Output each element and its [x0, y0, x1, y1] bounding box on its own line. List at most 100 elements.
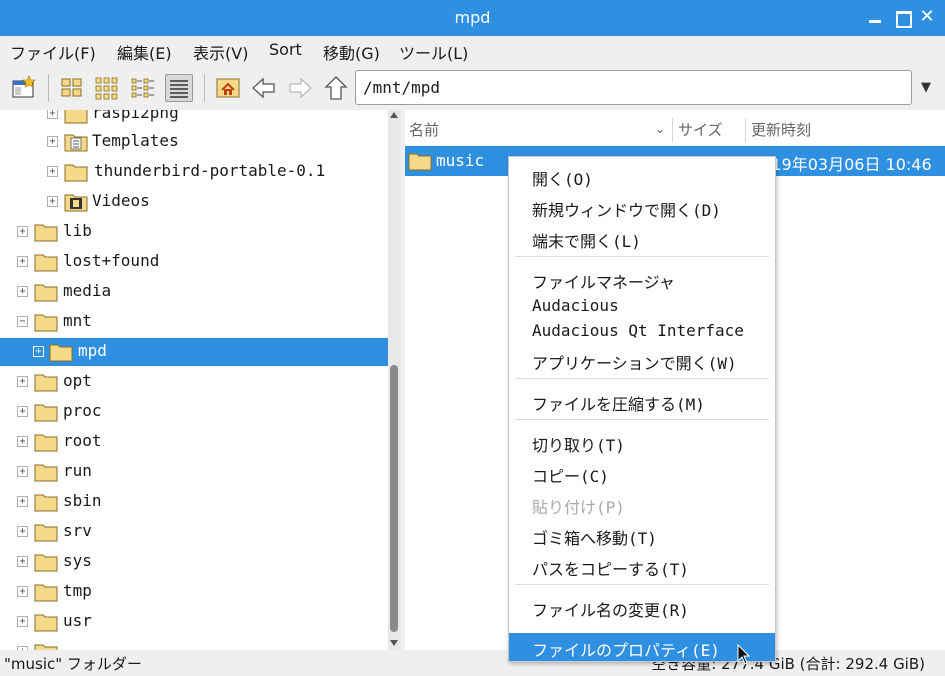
- tree-item-lib[interactable]: + lib: [0, 218, 388, 246]
- expand-icon[interactable]: +: [17, 616, 28, 627]
- tree-item-media[interactable]: + media: [0, 278, 388, 306]
- chevron-down-icon[interactable]: ▼: [918, 80, 934, 96]
- tree-item-mpd[interactable]: + mpd: [0, 338, 388, 366]
- column-size[interactable]: サイズ: [678, 119, 723, 140]
- menu-item-audacious[interactable]: Audacious: [509, 292, 775, 320]
- icon-view-icon[interactable]: [58, 74, 86, 102]
- scroll-up-icon[interactable]: [390, 112, 398, 118]
- expand-icon[interactable]: +: [17, 586, 28, 597]
- menu-edit[interactable]: 編集(E): [117, 40, 172, 64]
- expand-icon[interactable]: +: [33, 346, 44, 357]
- folder-icon: [34, 464, 58, 482]
- menu-item-rename[interactable]: ファイル名の変更(R): [509, 593, 775, 621]
- status-bar: "music" フォルダー 空き容量: 277.4 GiB (合計: 292.4…: [0, 650, 945, 676]
- scroll-down-icon[interactable]: [390, 640, 398, 646]
- tree-item-mnt[interactable]: − mnt: [0, 308, 388, 336]
- back-arrow-icon[interactable]: [250, 74, 278, 102]
- menu-item-label: Audacious Qt Interface: [532, 321, 744, 340]
- menu-item-properties[interactable]: ファイルのプロパティ(E): [509, 633, 775, 661]
- detailed-list-view-icon[interactable]: [165, 74, 193, 102]
- tree-item-sys[interactable]: + sys: [0, 548, 388, 576]
- expand-icon[interactable]: +: [47, 196, 58, 207]
- menu-item-open-new-window[interactable]: 新規ウィンドウで開く(D): [509, 193, 775, 221]
- tree-item-tmp[interactable]: + tmp: [0, 578, 388, 606]
- expand-icon[interactable]: +: [17, 376, 28, 387]
- expand-icon[interactable]: +: [17, 436, 28, 447]
- tree-item-templates[interactable]: + Templates: [0, 128, 388, 156]
- maximize-icon[interactable]: [893, 8, 912, 28]
- expand-icon[interactable]: +: [47, 136, 58, 147]
- templates-folder-icon: [64, 134, 88, 152]
- tree-item-partial[interactable]: +: [0, 638, 388, 650]
- compact-view-icon[interactable]: [129, 74, 157, 102]
- tree-item-opt[interactable]: + opt: [0, 368, 388, 396]
- sort-chevron-icon[interactable]: ⌄: [655, 122, 665, 136]
- expand-icon[interactable]: +: [17, 256, 28, 267]
- menu-file[interactable]: ファイル(F): [10, 40, 96, 64]
- collapse-icon[interactable]: −: [17, 316, 28, 327]
- menu-item-audacious-qt[interactable]: Audacious Qt Interface: [509, 317, 775, 345]
- menu-sort[interactable]: Sort: [269, 40, 302, 59]
- menu-item-open[interactable]: 開く(O): [509, 162, 775, 190]
- expand-icon[interactable]: +: [17, 496, 28, 507]
- expand-icon[interactable]: +: [47, 166, 58, 177]
- menu-item-label: ファイルを圧縮する(M): [532, 395, 705, 414]
- close-icon[interactable]: ✕: [918, 8, 936, 26]
- menu-item-label: 端末で開く(L): [532, 232, 641, 251]
- scroll-thumb[interactable]: [390, 365, 398, 632]
- menu-go[interactable]: 移動(G): [323, 40, 380, 64]
- tree-scrollbar[interactable]: [388, 110, 401, 650]
- context-menu: 開く(O) 新規ウィンドウで開く(D) 端末で開く(L) ファイルマネージャ A…: [508, 156, 776, 662]
- tree-item-thunderbird[interactable]: + thunderbird-portable-0.1: [0, 158, 388, 186]
- menu-item-file-manager[interactable]: ファイルマネージャ: [509, 265, 775, 293]
- up-arrow-icon[interactable]: [322, 74, 350, 102]
- menu-separator: [515, 378, 769, 379]
- tree-item-label: lost+found: [63, 251, 160, 270]
- tree-item-root[interactable]: + root: [0, 428, 388, 456]
- tree-item-label: proc: [63, 401, 102, 420]
- tree-item-label: opt: [63, 371, 92, 390]
- folder-icon: [34, 494, 58, 512]
- forward-arrow-icon[interactable]: [286, 74, 314, 102]
- menu-item-cut[interactable]: 切り取り(T): [509, 428, 775, 456]
- menu-item-open-terminal[interactable]: 端末で開く(L): [509, 224, 775, 252]
- home-icon[interactable]: [214, 74, 242, 102]
- file-modified: 2019年03月06日 10:46: [751, 155, 932, 174]
- expand-icon[interactable]: +: [47, 110, 58, 119]
- menu-item-paste[interactable]: 貼り付け(P): [509, 490, 775, 518]
- new-window-icon[interactable]: [10, 74, 38, 102]
- folder-icon: [34, 314, 58, 332]
- tree-item-run[interactable]: + run: [0, 458, 388, 486]
- minimize-icon[interactable]: [866, 8, 884, 26]
- expand-icon[interactable]: +: [17, 556, 28, 567]
- menu-item-open-with[interactable]: アプリケーションで開く(W): [509, 346, 775, 374]
- menu-item-trash[interactable]: ゴミ箱へ移動(T): [509, 521, 775, 549]
- tree-item-srv[interactable]: + srv: [0, 518, 388, 546]
- tree-item-videos[interactable]: + Videos: [0, 188, 388, 216]
- toolbar-separator: [204, 74, 205, 102]
- tree-item-sbin[interactable]: + sbin: [0, 488, 388, 516]
- folder-icon: [34, 524, 58, 542]
- path-input[interactable]: /mnt/mpd: [355, 70, 912, 105]
- tree-item-lost-found[interactable]: + lost+found: [0, 248, 388, 276]
- tree-item-raspi2png[interactable]: + raspi2png: [0, 110, 388, 128]
- folder-icon: [34, 614, 58, 632]
- expand-icon[interactable]: +: [17, 406, 28, 417]
- expand-icon[interactable]: +: [17, 526, 28, 537]
- expand-icon[interactable]: +: [17, 226, 28, 237]
- menu-item-copy[interactable]: コピー(C): [509, 459, 775, 487]
- thumbnail-view-icon[interactable]: [93, 74, 121, 102]
- column-header: 名前 ⌄ サイズ 更新時刻: [405, 116, 945, 144]
- menu-item-compress[interactable]: ファイルを圧縮する(M): [509, 387, 775, 415]
- expand-icon[interactable]: +: [17, 286, 28, 297]
- folder-icon: [34, 554, 58, 572]
- menu-item-copy-path[interactable]: パスをコピーする(T): [509, 552, 775, 580]
- expand-icon[interactable]: +: [17, 466, 28, 477]
- menu-view[interactable]: 表示(V): [193, 40, 248, 64]
- tree-item-label: srv: [63, 521, 92, 540]
- column-modified[interactable]: 更新時刻: [751, 119, 811, 140]
- column-name[interactable]: 名前: [409, 119, 439, 140]
- tree-item-proc[interactable]: + proc: [0, 398, 388, 426]
- menu-tools[interactable]: ツール(L): [399, 40, 468, 64]
- tree-item-usr[interactable]: + usr: [0, 608, 388, 636]
